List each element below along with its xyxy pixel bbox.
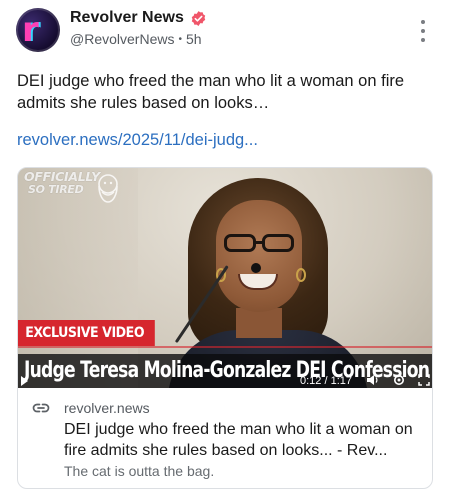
more-vertical-icon[interactable] bbox=[418, 20, 428, 42]
glasses-lens bbox=[262, 234, 294, 252]
speaker-glasses bbox=[224, 234, 296, 252]
bearded-face-icon bbox=[98, 174, 118, 203]
post-text: DEI judge who freed the man who lit a wo… bbox=[17, 72, 405, 112]
avatar[interactable]: r bbox=[16, 8, 60, 52]
author-handle[interactable]: @RevolverNews bbox=[70, 31, 174, 47]
more-dot bbox=[421, 29, 425, 33]
author-block: Revolver News @RevolverNews • 5h bbox=[70, 9, 207, 47]
video-timecode: 0:12 / 1:17 bbox=[300, 375, 352, 387]
microphone-head bbox=[251, 263, 261, 273]
post-link[interactable]: revolver.news/2025/11/dei-judg... bbox=[17, 131, 258, 150]
exclusive-video-badge: EXCLUSIVE VIDEO bbox=[18, 320, 155, 346]
speaker-neck bbox=[236, 308, 282, 338]
exclusive-badge-rule bbox=[18, 346, 432, 348]
speaker-earring bbox=[296, 268, 306, 282]
meta-separator: • bbox=[178, 33, 182, 45]
link-preview-card[interactable]: OFFICIALLY SO TIRED EXCLUSIVE VIDEO Judg… bbox=[17, 167, 433, 489]
speaker-face bbox=[216, 200, 302, 312]
more-dot bbox=[421, 20, 425, 24]
watermark-text: OFFICIALLY SO TIRED bbox=[24, 170, 100, 196]
avatar-ring bbox=[16, 8, 60, 52]
play-icon[interactable] bbox=[21, 376, 28, 386]
author-meta: @RevolverNews • 5h bbox=[70, 31, 207, 47]
link-chain-icon bbox=[32, 403, 50, 413]
watermark-line1: OFFICIALLY bbox=[24, 169, 100, 184]
post: r Revolver News @RevolverNews • 5h DEI j… bbox=[0, 0, 450, 500]
volume-icon[interactable] bbox=[366, 374, 380, 386]
card-description: The cat is outta the bag. bbox=[64, 463, 215, 479]
card-domain: revolver.news bbox=[64, 400, 150, 416]
watermark-line2: SO TIRED bbox=[28, 183, 84, 196]
author-name[interactable]: Revolver News bbox=[70, 9, 184, 27]
glasses-lens bbox=[224, 234, 256, 252]
gear-icon[interactable] bbox=[392, 373, 406, 387]
card-body: revolver.news DEI judge who freed the ma… bbox=[18, 390, 432, 488]
verified-badge-icon bbox=[191, 10, 206, 26]
more-dot bbox=[421, 38, 425, 42]
post-timestamp[interactable]: 5h bbox=[186, 31, 202, 47]
author-name-row: Revolver News bbox=[70, 9, 207, 27]
video-thumbnail[interactable]: OFFICIALLY SO TIRED EXCLUSIVE VIDEO Judg… bbox=[18, 168, 432, 388]
fullscreen-icon[interactable] bbox=[418, 374, 430, 386]
card-title[interactable]: DEI judge who freed the man who lit a wo… bbox=[64, 419, 422, 461]
channel-watermark: OFFICIALLY SO TIRED bbox=[22, 168, 142, 208]
